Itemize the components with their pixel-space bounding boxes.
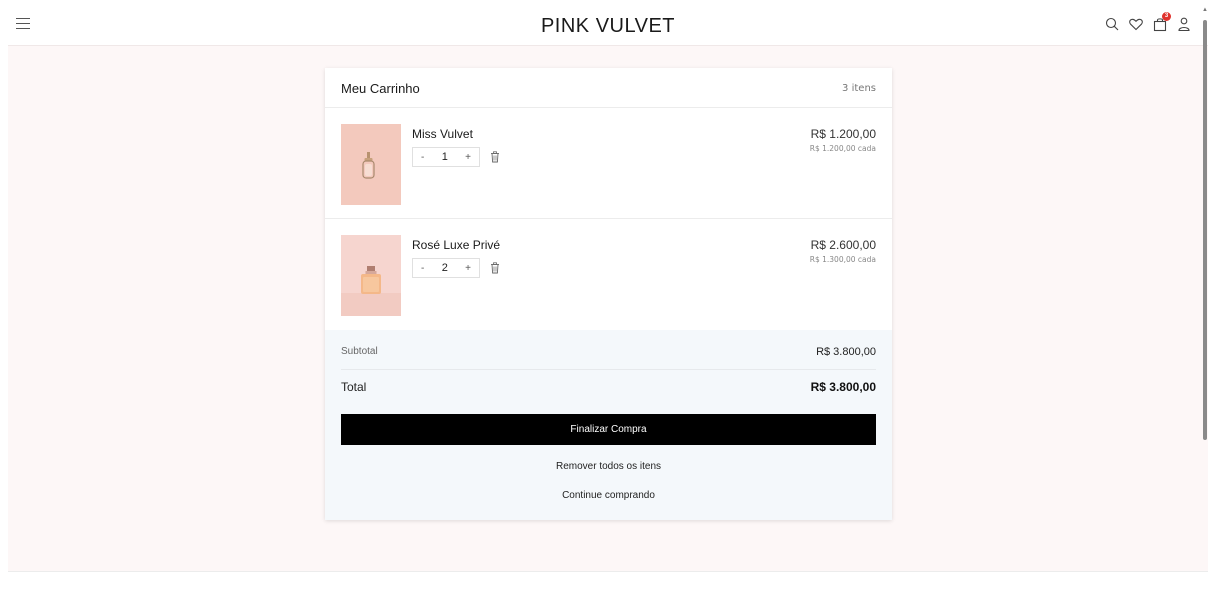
- user-icon[interactable]: [1176, 16, 1192, 32]
- cart-panel: Meu Carrinho 3 itens Miss Vulvet - 1 + R…: [325, 68, 892, 520]
- product-image[interactable]: [341, 235, 401, 316]
- line-total: R$ 1.200,00: [810, 127, 876, 141]
- increment-button[interactable]: +: [465, 263, 471, 274]
- order-summary: Subtotal R$ 3.800,00 Total R$ 3.800,00 F…: [325, 330, 892, 520]
- cart-title: Meu Carrinho: [341, 81, 420, 96]
- scrollbar[interactable]: ▲: [1202, 6, 1208, 446]
- total-row: Total R$ 3.800,00: [341, 380, 876, 394]
- checkout-button[interactable]: Finalizar Compra: [341, 414, 876, 445]
- site-header: PINK VULVET 3: [8, 6, 1208, 46]
- cart-header: Meu Carrinho 3 itens: [325, 68, 892, 108]
- cart-item: Rosé Luxe Privé - 2 + R$ 2.600,00 R$ 1.3…: [325, 219, 892, 330]
- scroll-up-icon[interactable]: ▲: [1202, 6, 1208, 14]
- product-name[interactable]: Rosé Luxe Privé: [412, 238, 500, 252]
- subtotal-row: Subtotal R$ 3.800,00: [341, 346, 876, 370]
- bag-icon[interactable]: 3: [1152, 12, 1171, 32]
- quantity-stepper: - 2 +: [412, 258, 480, 278]
- remove-all-button[interactable]: Remover todos os itens: [325, 461, 892, 472]
- unit-price: R$ 1.300,00 cada: [809, 255, 876, 264]
- total-value: R$ 3.800,00: [810, 380, 876, 394]
- site-footer: [8, 572, 1208, 597]
- quantity-value: 1: [441, 151, 448, 163]
- product-name[interactable]: Miss Vulvet: [412, 127, 473, 141]
- quantity-value: 2: [441, 262, 448, 274]
- increment-button[interactable]: +: [465, 152, 471, 163]
- cart-item-count: 3 itens: [842, 83, 876, 94]
- quantity-stepper: - 1 +: [412, 147, 480, 167]
- continue-shopping-link[interactable]: Continue comprando: [325, 490, 892, 501]
- brand-logo[interactable]: PINK VULVET: [8, 15, 1208, 38]
- decrement-button[interactable]: -: [421, 263, 424, 274]
- subtotal-value: R$ 3.800,00: [816, 346, 876, 358]
- trash-icon[interactable]: [490, 262, 500, 274]
- search-icon[interactable]: [1104, 16, 1120, 32]
- subtotal-label: Subtotal: [341, 346, 378, 357]
- line-total: R$ 2.600,00: [810, 238, 876, 252]
- trash-icon[interactable]: [490, 151, 500, 163]
- product-image[interactable]: [341, 124, 401, 205]
- header-actions: 3: [1104, 12, 1192, 32]
- heart-icon[interactable]: [1128, 16, 1144, 32]
- page: PINK VULVET 3 ▲ Meu Carrinho 3 itens Mis…: [8, 6, 1208, 597]
- scrollbar-thumb[interactable]: [1203, 20, 1207, 440]
- cart-count-badge: 3: [1162, 12, 1171, 21]
- decrement-button[interactable]: -: [421, 152, 424, 163]
- total-label: Total: [341, 380, 367, 394]
- cart-item: Miss Vulvet - 1 + R$ 1.200,00 R$ 1.200,0…: [325, 108, 892, 219]
- unit-price: R$ 1.200,00 cada: [809, 144, 876, 153]
